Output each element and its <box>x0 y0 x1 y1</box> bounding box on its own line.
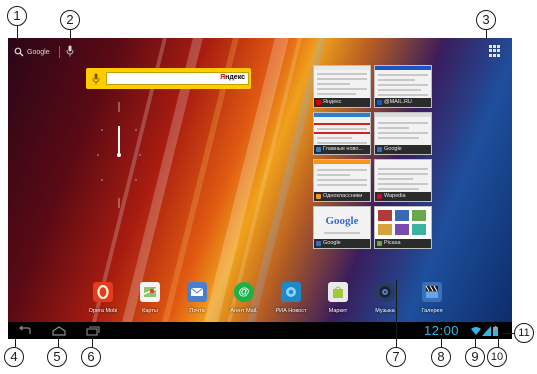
analog-clock-widget <box>97 102 141 208</box>
status-icons[interactable] <box>471 325 501 336</box>
recent-app-thumbnail[interactable]: Wapedia <box>374 159 432 202</box>
back-icon <box>19 325 31 334</box>
opera-icon <box>93 282 113 302</box>
search-label: Google <box>27 48 50 56</box>
callout-6: 6 <box>81 347 101 367</box>
recent-app-thumbnail[interactable]: Главные ново... <box>313 112 371 155</box>
yandex-icon <box>316 100 321 105</box>
recent-app-thumbnail[interactable]: Яндекс <box>313 65 371 108</box>
callout-9-leader <box>475 339 476 347</box>
odnoklassniki-icon <box>316 194 321 199</box>
callout-8-leader <box>441 339 442 347</box>
callout-10: 10 <box>487 347 507 367</box>
recent-app-thumbnail[interactable]: Одноклассники <box>313 159 371 202</box>
callout-11-leader <box>502 333 514 334</box>
dock-app-mail-agent[interactable]: @ Агент Mail. <box>221 282 267 322</box>
search-icon <box>14 47 24 57</box>
google-search-button[interactable]: Google <box>14 44 50 60</box>
wapedia-icon <box>377 194 382 199</box>
dock-label: Opera Mobi <box>88 308 118 314</box>
google-icon <box>316 241 321 246</box>
status-clock[interactable]: 12:00 <box>424 322 459 339</box>
recent-apps-button[interactable] <box>84 324 102 337</box>
home-icon <box>52 325 66 336</box>
news-icon <box>316 147 321 152</box>
google-page-logo: Google <box>325 215 359 227</box>
yandex-microphone-icon[interactable] <box>89 71 102 86</box>
wifi-icon <box>471 327 481 335</box>
signal-icon <box>482 326 491 336</box>
system-bar: 12:00 <box>8 322 512 339</box>
dock-label: Галерея <box>421 308 443 314</box>
dock-label: Почта <box>189 308 205 314</box>
callout-5: 5 <box>47 347 67 367</box>
dock-app-ria-news[interactable]: РИА Новост <box>268 282 314 322</box>
callout-9: 9 <box>465 347 485 367</box>
dock-app-mail[interactable]: Почта <box>174 282 220 322</box>
dock-label: РИА Новост <box>275 308 307 314</box>
music-icon <box>375 282 395 302</box>
callout-6-leader <box>92 339 93 347</box>
maps-icon <box>140 282 160 302</box>
manual-figure: 1 2 3 Google Яндекс Яндекс @MAIL.RU Глав… <box>0 0 537 374</box>
callout-1: 1 <box>7 6 27 26</box>
recent-app-thumbnail[interactable]: Google <box>374 112 432 155</box>
market-icon <box>328 282 348 302</box>
recent-apps-icon <box>86 325 100 336</box>
ria-news-icon <box>281 282 301 302</box>
dock-label: Карты <box>142 308 158 314</box>
callout-10-leader <box>498 339 499 347</box>
dock-label: Маркет <box>328 308 348 314</box>
callout-2: 2 <box>60 10 80 30</box>
picasa-icon <box>377 241 382 246</box>
callout-4: 4 <box>4 347 24 367</box>
callout-8: 8 <box>431 347 451 367</box>
dock-app-maps[interactable]: Карты <box>127 282 173 322</box>
tablet-home-screen: Google Яндекс Яндекс @MAIL.RU Главные но… <box>8 38 512 339</box>
home-button[interactable] <box>50 324 68 337</box>
microphone-icon <box>66 45 74 57</box>
battery-icon <box>493 326 498 336</box>
yandex-logo: Яндекс <box>220 74 245 81</box>
mail-ru-icon <box>377 100 382 105</box>
divider <box>59 46 60 58</box>
callout-4-leader <box>15 339 16 347</box>
callout-3: 3 <box>476 10 496 30</box>
app-dock: Opera Mobi Карты Почта @ Агент Mail. РИА… <box>80 282 480 322</box>
recent-app-thumbnail[interactable]: @MAIL.RU <box>374 65 432 108</box>
recent-app-thumbnail[interactable]: Picasa <box>374 206 432 249</box>
yandex-search-input[interactable]: Яндекс <box>106 72 249 85</box>
back-button[interactable] <box>16 324 34 337</box>
mail-agent-icon: @ <box>234 282 254 302</box>
callout-11: 11 <box>514 323 534 343</box>
dock-app-market[interactable]: Маркет <box>315 282 361 322</box>
recent-app-thumbnail[interactable]: Google Google <box>313 206 371 249</box>
callout-7-leader <box>396 280 397 347</box>
voice-search-button[interactable] <box>64 43 76 59</box>
google-icon <box>377 147 382 152</box>
all-apps-icon[interactable] <box>489 45 501 57</box>
callout-7: 7 <box>386 347 406 367</box>
dock-app-gallery[interactable]: Галерея <box>409 282 455 322</box>
dock-label: Музыка <box>375 308 395 314</box>
mail-icon <box>187 282 207 302</box>
dock-label: Агент Mail. <box>230 308 258 314</box>
gallery-icon <box>422 282 442 302</box>
dock-app-music[interactable]: Музыка <box>362 282 408 322</box>
dock-app-opera[interactable]: Opera Mobi <box>80 282 126 322</box>
yandex-search-widget[interactable]: Яндекс <box>86 68 251 89</box>
callout-5-leader <box>58 339 59 347</box>
